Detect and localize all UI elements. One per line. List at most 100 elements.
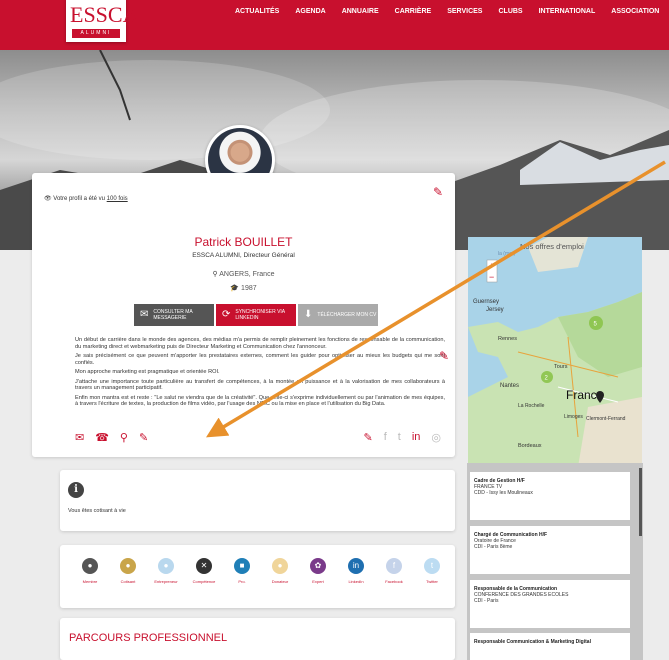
job-offers-title: Nos offres d'emploi bbox=[520, 242, 584, 251]
profile-location: ⚲ ANGERS, France bbox=[32, 270, 455, 278]
map-label-nantes: Nantes bbox=[500, 383, 519, 389]
career-section-title: PARCOURS PROFESSIONNEL bbox=[69, 632, 228, 644]
profile-card: 👁 Votre profil a été vu 100 fois ✎ Patri… bbox=[32, 173, 455, 457]
briefcase-icon: ■ bbox=[234, 558, 250, 574]
offers-scrollbar[interactable] bbox=[639, 468, 642, 536]
badge-label: Entrepreneur bbox=[154, 579, 178, 584]
job-title: Responsable Communication & Marketing Di… bbox=[474, 639, 591, 645]
nav-annuaire[interactable]: ANNUAIRE bbox=[342, 8, 379, 15]
phone-icon[interactable]: ☎ bbox=[95, 431, 109, 444]
twitter-badge-icon: t bbox=[424, 558, 440, 574]
badge-label: Pro. bbox=[238, 579, 246, 584]
badge-twitter[interactable]: t Twitter bbox=[414, 558, 450, 584]
svg-text:−: − bbox=[489, 272, 494, 282]
profile-year: 🎓 1987 bbox=[32, 284, 455, 292]
linkedin-sync-button[interactable]: ⟳ SYNCHRONISER VIA LINKEDIN bbox=[216, 304, 296, 326]
badge-label: LinkedIn bbox=[348, 579, 364, 584]
edit-social-icon[interactable]: ✎ bbox=[363, 431, 372, 444]
facebook-badge-icon: f bbox=[386, 558, 402, 574]
map-label-guernsey: Guernsey bbox=[473, 299, 499, 305]
membership-status: Vous êtes cotisant à vie bbox=[68, 508, 126, 514]
map-label-la-rochelle: La Rochelle bbox=[518, 403, 545, 409]
badge-expert[interactable]: ✿ Expert bbox=[300, 558, 336, 584]
badge-cotisant[interactable]: ● Cotisant bbox=[110, 558, 146, 584]
nav-association[interactable]: ASSOCIATION bbox=[611, 8, 659, 15]
essca-logo[interactable]: ESSCA ALUMNI bbox=[66, 0, 138, 42]
facebook-icon[interactable]: f bbox=[384, 431, 387, 444]
badge-label: Twitter bbox=[426, 579, 438, 584]
nav-international[interactable]: INTERNATIONAL bbox=[539, 8, 596, 15]
nav-clubs[interactable]: CLUBS bbox=[498, 8, 522, 15]
job-offers-list[interactable]: Cadre de Gestion H/F FRANCE TV CDD - Iss… bbox=[467, 463, 643, 660]
views-prefix: Votre profil a été vu bbox=[53, 196, 105, 202]
profile-bio: Un début de carrière dans le monde des a… bbox=[75, 337, 445, 411]
contact-icons: ✉ ☎ ⚲ ✎ bbox=[75, 431, 148, 444]
profile-views: 👁 Votre profil a été vu 100 fois bbox=[44, 195, 128, 202]
envelope-icon: ✉ bbox=[140, 309, 149, 320]
location-text: ANGERS, France bbox=[219, 271, 275, 278]
nav-carriere[interactable]: CARRIÈRE bbox=[395, 8, 432, 15]
nav-agenda[interactable]: AGENDA bbox=[295, 8, 325, 15]
job-offer-item[interactable]: Chargé de Communication H/F Oratoire de … bbox=[470, 526, 630, 574]
badge-pro[interactable]: ■ Pro. bbox=[224, 558, 260, 584]
membership-info-card: i Vous êtes cotisant à vie bbox=[60, 470, 455, 531]
map-label-tours: Tours bbox=[554, 364, 568, 370]
badge-facebook[interactable]: f Facebook bbox=[376, 558, 412, 584]
location-icon[interactable]: ⚲ bbox=[120, 431, 128, 444]
job-offer-item[interactable]: Responsable de la Communication CONFEREN… bbox=[470, 580, 630, 628]
linkedin-sync-label: SYNCHRONISER VIA LINKEDIN bbox=[235, 309, 285, 321]
tools-icon: ✕ bbox=[196, 558, 212, 574]
map-label-channel: la (mer) bbox=[498, 251, 516, 257]
job-contract: CDD - Issy les Moulineaux bbox=[474, 490, 533, 496]
main-nav: ACTUALITÉS AGENDA ANNUAIRE CARRIÈRE SERV… bbox=[235, 8, 669, 15]
map-pin-icon: ⚲ bbox=[212, 271, 218, 278]
social-icons: ✎ f t in ◎ bbox=[363, 431, 441, 444]
email-icon[interactable]: ✉ bbox=[75, 431, 84, 444]
job-offers-map[interactable]: + − Guernsey Jersey la (mer) Rennes Nant… bbox=[468, 237, 642, 467]
badge-label: Facebook bbox=[385, 579, 403, 584]
map-label-clermont: Clermont-Ferrand bbox=[586, 416, 626, 422]
cotisant-icon: ● bbox=[120, 558, 136, 574]
user-icon: ● bbox=[82, 558, 98, 574]
badge-donateur[interactable]: ● Donateur bbox=[262, 558, 298, 584]
edit-profile-icon[interactable]: ✎ bbox=[433, 185, 443, 199]
download-icon: ⬇ bbox=[304, 309, 313, 320]
profile-name: Patrick BOUILLET bbox=[194, 235, 293, 249]
badge-membre[interactable]: ● Membre bbox=[72, 558, 108, 584]
twitter-icon[interactable]: t bbox=[398, 431, 401, 444]
map-canvas: + − Guernsey Jersey la (mer) Rennes Nant… bbox=[468, 237, 642, 467]
job-offer-item[interactable]: Responsable Communication & Marketing Di… bbox=[470, 633, 630, 660]
download-cv-label: TÉLÉCHARGER MON CV bbox=[317, 312, 377, 318]
instagram-icon[interactable]: ◎ bbox=[431, 431, 441, 444]
edit-bio-icon[interactable]: ✎ bbox=[439, 349, 449, 363]
map-label-jersey: Jersey bbox=[486, 307, 504, 313]
badge-label: Membre bbox=[82, 579, 98, 584]
badge-label: Expert bbox=[312, 579, 324, 584]
donor-icon: ● bbox=[272, 558, 288, 574]
linkedin-icon[interactable]: in bbox=[412, 431, 421, 444]
views-count-link[interactable]: 100 fois bbox=[107, 196, 128, 202]
badge-linkedin[interactable]: in LinkedIn bbox=[338, 558, 374, 584]
messaging-button[interactable]: ✉ CONSULTER MA MESSAGERIE bbox=[134, 304, 214, 326]
nav-actualites[interactable]: ACTUALITÉS bbox=[235, 8, 279, 15]
edit-contact-icon[interactable]: ✎ bbox=[139, 431, 148, 444]
bio-paragraph: Je sais précisément ce que peuvent m'app… bbox=[75, 353, 445, 366]
job-contract: CDI - Paris 8ème bbox=[474, 544, 513, 550]
entrepreneur-icon: ● bbox=[158, 558, 174, 574]
bio-paragraph: Mon approche marketing est pragmatique e… bbox=[75, 369, 220, 375]
map-label-bordeaux: Bordeaux bbox=[518, 443, 542, 449]
map-label-rennes: Rennes bbox=[498, 336, 517, 342]
badge-competence[interactable]: ✕ Compétence bbox=[186, 558, 222, 584]
badge-entrepreneur[interactable]: ● Entrepreneur bbox=[148, 558, 184, 584]
career-section: PARCOURS PROFESSIONNEL bbox=[60, 618, 455, 660]
bio-paragraph: J'attache une importance toute particuli… bbox=[75, 378, 445, 392]
nav-services[interactable]: SERVICES bbox=[447, 8, 482, 15]
logo-subtitle: ALUMNI bbox=[72, 29, 120, 38]
svg-text:+: + bbox=[489, 261, 494, 271]
profile-role: ESSCA ALUMNI, Directeur Général bbox=[192, 252, 295, 259]
sync-icon: ⟳ bbox=[222, 309, 231, 320]
job-offer-item[interactable]: Cadre de Gestion H/F FRANCE TV CDD - Iss… bbox=[470, 472, 630, 520]
bio-paragraph: Enfin mon mantra est et reste : "Le salu… bbox=[75, 394, 445, 408]
download-cv-button[interactable]: ⬇ TÉLÉCHARGER MON CV bbox=[298, 304, 378, 326]
badge-label: Compétence bbox=[192, 579, 216, 584]
